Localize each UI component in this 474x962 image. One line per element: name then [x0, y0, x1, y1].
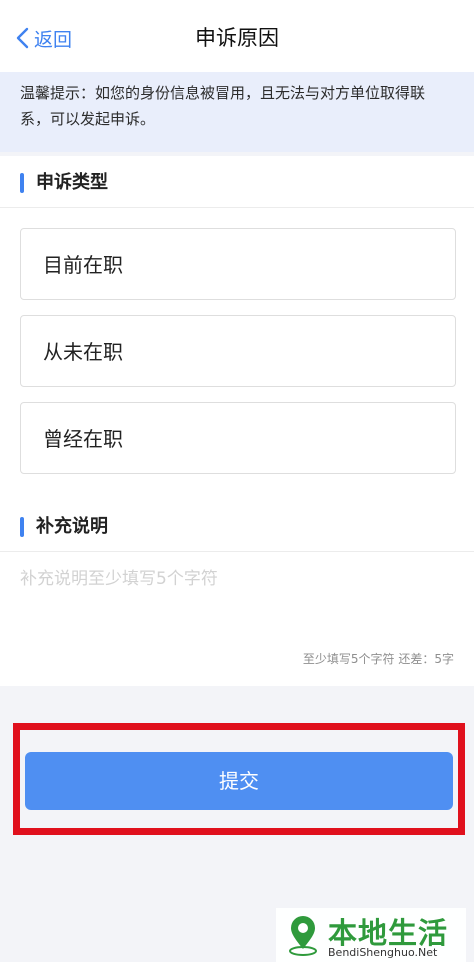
complaint-type-header: 申诉类型 — [0, 156, 474, 208]
section-marker — [20, 173, 24, 193]
char-counter: 至少填写5个字符 还差：5字 — [302, 652, 454, 666]
supplement-input[interactable] — [20, 564, 454, 644]
map-pin-icon — [289, 916, 317, 956]
submit-button[interactable]: 提交 — [25, 752, 453, 810]
nav-bar: 返回 申诉原因 — [0, 0, 474, 72]
tip-text: 温馨提示：如您的身份信息被冒用，且无法与对方单位取得联系，可以发起申诉。 — [20, 84, 426, 128]
option-previously-employed[interactable]: 曾经在职 — [20, 402, 456, 474]
watermark-site: BendiShenghuo.Net — [328, 946, 438, 959]
supplement-heading: 补充说明 — [36, 516, 108, 537]
watermark: 本地生活 BendiShenghuo.Net — [276, 908, 466, 962]
complaint-type-heading: 申诉类型 — [36, 172, 108, 193]
option-never-employed[interactable]: 从未在职 — [20, 315, 456, 387]
supplement-header: 补充说明 — [0, 500, 474, 552]
supplement-section: 至少填写5个字符 还差：5字 — [0, 552, 474, 686]
tip-banner: 温馨提示：如您的身份信息被冒用，且无法与对方单位取得联系，可以发起申诉。 — [0, 72, 474, 152]
complaint-type-options: 目前在职 从未在职 曾经在职 — [0, 208, 474, 500]
option-currently-employed[interactable]: 目前在职 — [20, 228, 456, 300]
page-title: 申诉原因 — [195, 26, 279, 50]
section-marker — [20, 517, 24, 537]
